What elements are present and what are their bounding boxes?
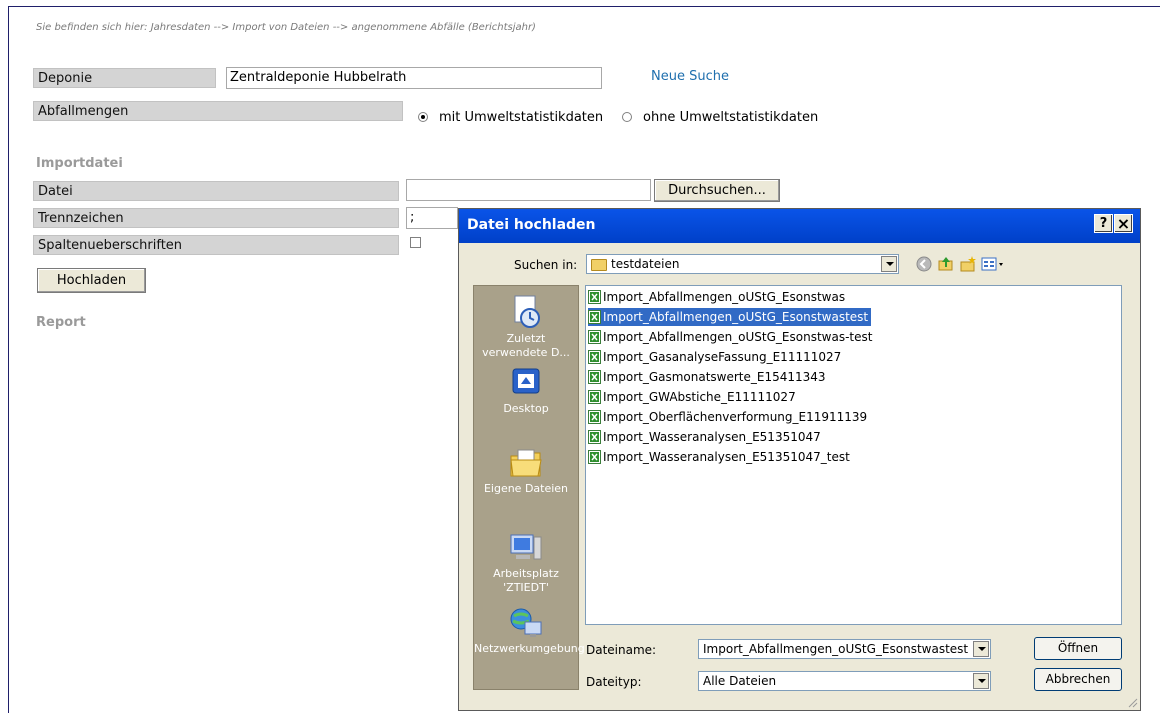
file-name: Import_GasanalyseFassung_E11111027: [603, 350, 842, 364]
place-my-computer-label: Arbeitsplatz 'ZTIEDT': [493, 567, 559, 594]
file-list[interactable]: Import_Abfallmengen_oUStG_Esonstwas Impo…: [585, 285, 1122, 625]
radio-without-statistics-label: ohne Umweltstatistikdaten: [643, 110, 819, 125]
radio-without-statistics[interactable]: [622, 112, 632, 122]
filetype-select[interactable]: Alle Dateien: [698, 671, 991, 691]
filename-value: Import_Abfallmengen_oUStG_Esonstwastest: [703, 642, 969, 656]
place-network[interactable]: Netzwerkumgebung: [474, 606, 585, 656]
datei-input[interactable]: [406, 179, 651, 201]
dialog-titlebar[interactable]: Datei hochladen ? ×: [459, 209, 1140, 243]
place-network-label: Netzwerkumgebung: [474, 642, 585, 655]
desktop-icon: [512, 368, 540, 394]
excel-file-icon: [588, 369, 601, 384]
upload-button[interactable]: Hochladen: [37, 268, 146, 293]
file-upload-dialog: Datei hochladen ? × Suchen in: testdatei…: [458, 208, 1141, 711]
place-recent-label: Zuletzt verwendete D...: [482, 332, 570, 359]
filetype-value: Alle Dateien: [703, 674, 777, 688]
place-desktop[interactable]: Desktop: [474, 366, 578, 416]
chevron-down-icon[interactable]: [973, 641, 989, 657]
neue-suche-link[interactable]: Neue Suche: [651, 69, 729, 84]
list-item[interactable]: Import_Gasmonatswerte_E15411343: [588, 368, 829, 386]
deponie-label: Deponie: [33, 68, 216, 88]
place-desktop-label: Desktop: [503, 402, 549, 415]
dialog-title: Datei hochladen: [467, 217, 596, 233]
help-button[interactable]: ?: [1094, 214, 1113, 233]
back-icon[interactable]: [915, 255, 933, 273]
list-item[interactable]: Import_Abfallmengen_oUStG_Esonstwas: [588, 288, 848, 306]
browse-button[interactable]: Durchsuchen...: [654, 179, 780, 202]
radio-with-statistics[interactable]: [418, 112, 428, 122]
folder-icon: [591, 258, 607, 271]
resize-grip-icon[interactable]: [1126, 696, 1138, 708]
close-button[interactable]: ×: [1114, 214, 1133, 233]
place-my-computer[interactable]: Arbeitsplatz 'ZTIEDT': [474, 531, 578, 595]
places-bar: Zuletzt verwendete D... Desktop Eigene D…: [473, 285, 585, 690]
file-name: Import_Wasseranalysen_E51351047_test: [603, 450, 850, 464]
file-name: Import_Wasseranalysen_E51351047: [603, 430, 821, 444]
list-item[interactable]: Import_Wasseranalysen_E51351047: [588, 428, 824, 446]
open-button[interactable]: Öffnen: [1034, 637, 1122, 660]
radio-with-statistics-label: mit Umweltstatistikdaten: [439, 110, 604, 125]
deponie-input[interactable]: Zentraldeponie Hubbelrath: [226, 67, 602, 89]
up-folder-icon[interactable]: [937, 255, 955, 273]
chevron-down-icon[interactable]: [973, 673, 989, 689]
excel-file-icon: [588, 289, 601, 304]
new-folder-icon[interactable]: [959, 255, 977, 273]
filetype-label: Dateityp:: [586, 675, 642, 689]
excel-file-icon: [588, 389, 601, 404]
look-in-label: Suchen in:: [514, 258, 578, 272]
file-name: Import_Gasmonatswerte_E15411343: [603, 370, 826, 384]
datei-label: Datei: [33, 181, 399, 201]
abfallmengen-label: Abfallmengen: [33, 101, 403, 121]
list-item[interactable]: Import_Abfallmengen_oUStG_Esonstwas-test: [588, 328, 875, 346]
place-recent[interactable]: Zuletzt verwendete D...: [474, 294, 578, 360]
report-heading: Report: [36, 315, 86, 330]
list-item[interactable]: Import_Wasseranalysen_E51351047_test: [588, 448, 853, 466]
spaltenueberschriften-checkbox[interactable]: [410, 237, 421, 248]
list-item[interactable]: Import_GasanalyseFassung_E11111027: [588, 348, 844, 366]
place-my-documents[interactable]: Eigene Dateien: [474, 446, 578, 496]
cancel-button[interactable]: Abbrechen: [1034, 668, 1122, 691]
breadcrumb: Sie befinden sich hier: Jahresdaten --> …: [36, 22, 536, 33]
excel-file-icon: [588, 329, 601, 344]
trennzeichen-input[interactable]: ;: [406, 207, 458, 229]
file-name: Import_Abfallmengen_oUStG_Esonstwastest: [603, 310, 869, 324]
excel-file-icon: [588, 429, 601, 444]
look-in-value: testdateien: [611, 257, 680, 271]
file-name: Import_Oberflächenverformung_E11911139: [603, 410, 868, 424]
excel-file-icon: [588, 349, 601, 364]
view-menu-icon[interactable]: [981, 255, 1005, 273]
file-name: Import_Abfallmengen_oUStG_Esonstwas-test: [603, 330, 873, 344]
network-icon: [510, 608, 542, 637]
place-my-documents-label: Eigene Dateien: [483, 482, 569, 495]
trennzeichen-label: Trennzeichen: [33, 208, 399, 228]
my-documents-icon: [510, 449, 542, 477]
filename-label: Dateiname:: [586, 643, 657, 657]
chevron-down-icon[interactable]: [881, 256, 897, 272]
excel-file-icon: [588, 309, 601, 324]
excel-file-icon: [588, 409, 601, 424]
look-in-select[interactable]: testdateien: [586, 254, 899, 274]
file-name: Import_Abfallmengen_oUStG_Esonstwas: [603, 290, 846, 304]
list-item[interactable]: Import_GWAbstiche_E11111027: [588, 388, 799, 406]
my-computer-icon: [510, 534, 542, 560]
list-item[interactable]: Import_Oberflächenverformung_E11911139: [588, 408, 870, 426]
importdatei-heading: Importdatei: [36, 156, 123, 171]
filename-input[interactable]: Import_Abfallmengen_oUStG_Esonstwastest: [698, 639, 991, 659]
spaltenueberschriften-label: Spaltenueberschriften: [33, 235, 399, 255]
list-item-selected[interactable]: Import_Abfallmengen_oUStG_Esonstwastest: [588, 308, 872, 326]
file-name: Import_GWAbstiche_E11111027: [603, 390, 796, 404]
recent-documents-icon: [514, 295, 540, 328]
excel-file-icon: [588, 449, 601, 464]
